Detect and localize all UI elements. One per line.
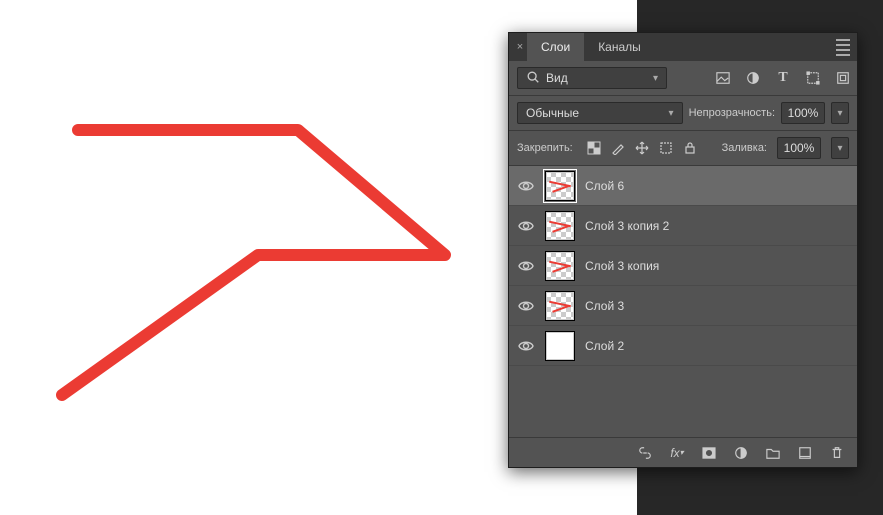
mask-icon[interactable]: [701, 445, 717, 461]
fill-label: Заливка:: [722, 142, 767, 154]
fx-icon[interactable]: fx▾: [669, 445, 685, 461]
chevron-down-icon: ▾: [669, 108, 674, 119]
lock-transparent-icon[interactable]: [587, 141, 601, 155]
visibility-eye-icon[interactable]: [517, 178, 535, 194]
layers-panel: × Слои Каналы Вид ▾ T: [508, 32, 858, 468]
lock-move-icon[interactable]: [635, 141, 649, 155]
visibility-eye-icon[interactable]: [517, 298, 535, 314]
panel-menu-button[interactable]: [829, 33, 857, 61]
blend-row: Обычные ▾ Непрозрачность: 100% ▾: [509, 96, 857, 131]
panel-collapse-icon[interactable]: ×: [513, 33, 527, 61]
layer-row[interactable]: Слой 3 копия: [509, 246, 857, 286]
layer-name-label[interactable]: Слой 3 копия: [585, 259, 659, 273]
visibility-eye-icon[interactable]: [517, 258, 535, 274]
layer-thumbnail[interactable]: [545, 331, 575, 361]
layer-thumbnail[interactable]: [545, 211, 575, 241]
layer-name-label[interactable]: Слой 3: [585, 299, 624, 313]
layer-row[interactable]: Слой 3: [509, 286, 857, 326]
lock-row: Закрепить: Заливка: 100% ▾: [509, 131, 857, 166]
layer-row[interactable]: Слой 6: [509, 166, 857, 206]
new-layer-icon[interactable]: [797, 445, 813, 461]
opacity-stepper[interactable]: ▾: [831, 102, 849, 124]
search-icon: [526, 70, 540, 87]
panel-tab-bar: × Слои Каналы: [509, 33, 857, 61]
lock-icon-group: [587, 141, 697, 155]
fill-value[interactable]: 100%: [777, 137, 821, 159]
layer-name-label[interactable]: Слой 6: [585, 179, 624, 193]
visibility-eye-icon[interactable]: [517, 218, 535, 234]
filter-type-icon[interactable]: T: [775, 70, 791, 86]
panel-footer: fx▾: [509, 437, 857, 467]
layer-name-label[interactable]: Слой 2: [585, 339, 624, 353]
lock-all-icon[interactable]: [683, 141, 697, 155]
lock-brush-icon[interactable]: [611, 141, 625, 155]
blend-mode-value: Обычные: [526, 106, 579, 120]
hamburger-icon: [836, 39, 850, 56]
tab-channels[interactable]: Каналы: [584, 33, 655, 61]
layer-thumbnail[interactable]: [545, 251, 575, 281]
layer-row[interactable]: Слой 3 копия 2: [509, 206, 857, 246]
tab-layers[interactable]: Слои: [527, 33, 584, 61]
filter-row: Вид ▾ T: [509, 61, 857, 96]
layer-row[interactable]: Слой 2: [509, 326, 857, 366]
visibility-eye-icon[interactable]: [517, 338, 535, 354]
opacity-label: Непрозрачность:: [689, 107, 775, 119]
filter-label: Вид: [546, 71, 568, 85]
group-icon[interactable]: [765, 445, 781, 461]
lock-artboard-icon[interactable]: [659, 141, 673, 155]
chevron-down-icon: ▾: [653, 73, 658, 84]
trash-icon[interactable]: [829, 445, 845, 461]
lock-label: Закрепить:: [517, 142, 573, 154]
adjustment-layer-icon[interactable]: [733, 445, 749, 461]
filter-shape-icon[interactable]: [805, 70, 821, 86]
filter-image-icon[interactable]: [715, 70, 731, 86]
layer-filter-dropdown[interactable]: Вид ▾: [517, 67, 667, 89]
layer-list: Слой 6 Слой 3 копия 2 Слой 3 копия Слой 3 Сл…: [509, 166, 857, 437]
filter-adjust-icon[interactable]: [745, 70, 761, 86]
link-layers-icon[interactable]: [637, 445, 653, 461]
layer-thumbnail[interactable]: [545, 291, 575, 321]
filter-smart-icon[interactable]: [835, 70, 851, 86]
fill-stepper[interactable]: ▾: [831, 137, 849, 159]
layer-name-label[interactable]: Слой 3 копия 2: [585, 219, 669, 233]
layer-thumbnail[interactable]: [545, 171, 575, 201]
filter-type-icons: T: [715, 70, 851, 86]
blend-mode-dropdown[interactable]: Обычные ▾: [517, 102, 683, 124]
opacity-value[interactable]: 100%: [781, 102, 825, 124]
